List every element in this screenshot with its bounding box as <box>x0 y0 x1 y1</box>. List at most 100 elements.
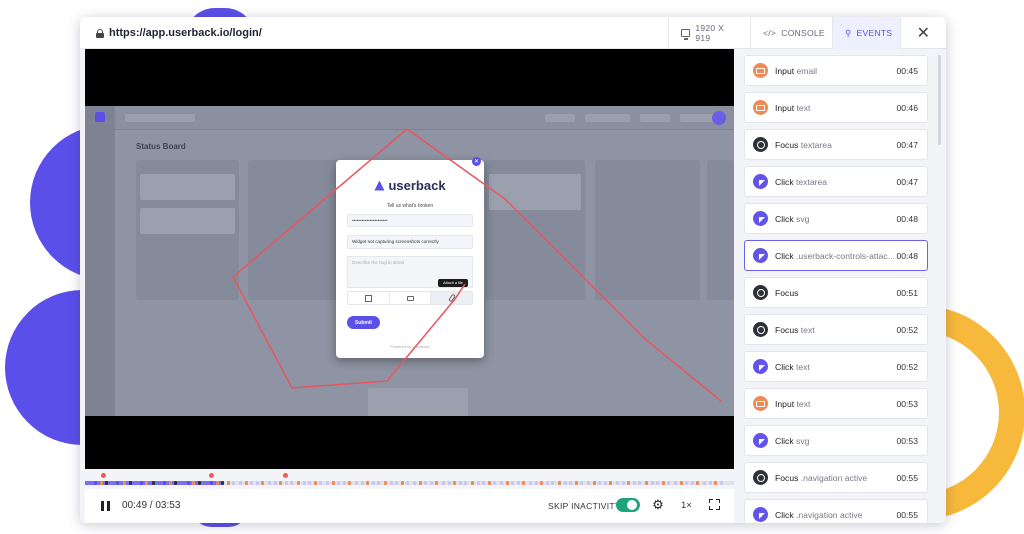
timeline-event-mark <box>419 481 423 485</box>
event-action: Focus <box>775 287 799 298</box>
timeline-event-mark <box>104 481 108 485</box>
pause-button[interactable] <box>98 499 112 513</box>
event-item[interactable]: Click textarea 00:47 <box>744 166 928 197</box>
app-logo-icon <box>95 112 105 122</box>
tab-console[interactable]: </> CONSOLE <box>750 17 832 49</box>
skip-inactivity-toggle[interactable] <box>616 498 640 512</box>
skip-inactivity-label: SKIP INACTIVITY <box>548 501 621 511</box>
timeline-event-mark <box>162 481 166 485</box>
session-replay-window: https://app.userback.io/login/ 1920 X 91… <box>80 17 946 523</box>
feedback-widget: ✕ userback Tell us what's broken •••••••… <box>336 157 484 358</box>
playback-speed[interactable]: 1× <box>681 500 692 511</box>
timeline-flag[interactable] <box>209 473 214 478</box>
tab-console-label: CONSOLE <box>781 28 825 38</box>
event-time: 00:51 <box>896 287 918 298</box>
timeline-event-mark <box>580 481 583 485</box>
event-time: 00:53 <box>896 398 918 409</box>
timeline-event-mark <box>116 481 119 485</box>
tab-events-label: EVENTS <box>856 28 893 38</box>
timeline-event-mark <box>667 481 670 485</box>
event-target: textarea <box>796 176 828 187</box>
event-item[interactable]: Click .userback-controls-attac... 00:48 <box>744 240 928 271</box>
timeline-event-mark <box>470 481 474 485</box>
event-action: Input <box>775 102 795 113</box>
attach-button[interactable] <box>431 292 473 304</box>
timeline-event-mark <box>319 481 322 485</box>
timeline-event-mark <box>245 481 249 485</box>
click-event-icon <box>753 507 768 522</box>
recorded-card <box>489 174 581 210</box>
event-item[interactable]: Focus .navigation active 00:55 <box>744 462 928 493</box>
timeline-event-mark <box>557 481 561 485</box>
event-target: text <box>796 102 811 113</box>
event-item[interactable]: Focus text 00:52 <box>744 314 928 345</box>
event-item[interactable]: Input email 00:45 <box>744 55 928 86</box>
event-item[interactable]: Focus textarea 00:47 <box>744 129 928 160</box>
event-action: Click <box>775 509 794 520</box>
timeline-event-mark <box>191 481 195 485</box>
timeline-event-mark <box>209 481 213 485</box>
widget-brand: userback <box>388 178 446 193</box>
event-label: Focus textarea <box>775 140 897 150</box>
video-icon <box>406 295 414 301</box>
events-panel[interactable]: Input email 00:45 Input text 00:46 Focus tex… <box>742 49 946 523</box>
video-button[interactable] <box>390 292 432 304</box>
tab-events[interactable]: ⚲ EVENTS <box>832 17 900 49</box>
replay-video[interactable]: Status Board ✕ userback Tell us what's b… <box>85 49 734 469</box>
event-action: Click <box>775 213 794 224</box>
url-text: https://app.userback.io/login/ <box>109 27 262 39</box>
event-label: Focus .navigation active <box>775 473 897 483</box>
timeline-event-mark <box>673 481 677 485</box>
timeline-event-mark <box>361 481 365 485</box>
gear-icon[interactable]: ⚙ <box>652 498 664 511</box>
event-label: Click text <box>775 362 897 372</box>
screenshot-button[interactable] <box>348 292 390 304</box>
close-button[interactable]: ✕ <box>900 17 946 49</box>
event-label: Input email <box>775 66 897 76</box>
event-target: textarea <box>800 139 832 150</box>
timeline-event-mark <box>151 481 155 485</box>
fullscreen-icon[interactable] <box>709 499 720 510</box>
event-item[interactable]: Click svg 00:53 <box>744 425 928 456</box>
event-label: Click .userback-controls-attac... <box>775 251 897 261</box>
timeline-flag[interactable] <box>283 473 288 478</box>
event-label: Click svg <box>775 436 897 446</box>
focus-event-icon <box>753 322 768 337</box>
event-target: text <box>800 324 815 335</box>
event-time: 00:45 <box>896 65 918 76</box>
click-event-icon <box>753 433 768 448</box>
timeline-flag[interactable] <box>101 473 106 478</box>
timeline-event-mark <box>684 481 688 485</box>
submit-button[interactable]: Submit <box>347 316 380 329</box>
attach-tooltip: Attach a file <box>438 279 468 287</box>
timeline-event-mark <box>354 481 358 485</box>
event-item[interactable]: Input text 00:53 <box>744 388 928 419</box>
event-item[interactable]: Click text 00:52 <box>744 351 928 382</box>
title-field[interactable]: Widget not capturing screenshots correct… <box>347 235 473 249</box>
stage: https://app.userback.io/login/ 1920 X 91… <box>0 0 1024 534</box>
timeline-event-mark <box>609 481 612 485</box>
event-item[interactable]: Focus 00:51 <box>744 277 928 308</box>
event-item[interactable]: Click .navigation active 00:55 <box>744 499 928 523</box>
event-item[interactable]: Click svg 00:48 <box>744 203 928 234</box>
event-time: 00:47 <box>896 176 918 187</box>
monitor-icon <box>681 29 691 40</box>
input-event-icon <box>753 100 768 115</box>
event-label: Focus text <box>775 325 897 335</box>
timeline-event-mark <box>133 481 137 485</box>
event-item[interactable]: Input text 00:46 <box>744 92 928 123</box>
recorded-column <box>595 160 700 300</box>
email-field[interactable]: •••••••••••••••••••••• <box>347 214 473 227</box>
timeline-event-mark <box>464 481 467 485</box>
timeline-event-mark <box>493 481 496 485</box>
widget-close-button[interactable]: ✕ <box>472 157 481 166</box>
timeline-event-mark <box>129 481 133 485</box>
timeline-event-mark <box>187 481 191 485</box>
timeline-event-mark <box>702 481 706 485</box>
timeline-event-mark <box>441 481 445 485</box>
timeline-event-mark <box>100 481 104 485</box>
timeline-event-mark <box>564 481 568 485</box>
events-scrollbar[interactable] <box>938 55 941 145</box>
event-label: Input text <box>775 103 897 113</box>
timeline-scrubber[interactable] <box>85 469 734 489</box>
